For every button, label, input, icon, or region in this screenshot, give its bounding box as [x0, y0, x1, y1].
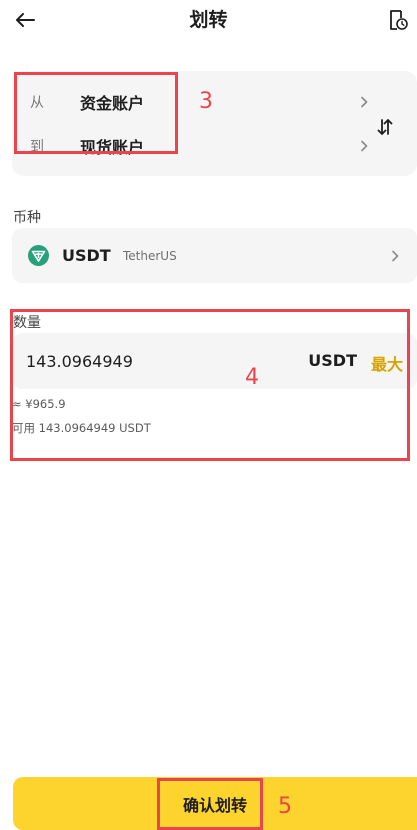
confirm-transfer-button[interactable]: 确认划转 [13, 777, 417, 830]
to-prefix: 到 [30, 139, 44, 155]
annotation-number-3: 3 [199, 89, 213, 114]
swap-arrows-icon [377, 119, 393, 135]
to-account-row[interactable]: 到 现货账户 [12, 123, 382, 169]
chevron-right-icon [361, 140, 368, 152]
coin-label: 币种 [13, 210, 41, 226]
page-title: 划转 [189, 9, 228, 31]
amount-field-card: USDT 最大 [12, 333, 417, 389]
coin-selector[interactable]: USDT TetherUS [12, 228, 417, 283]
record-history-icon [390, 10, 408, 30]
coin-symbol: USDT [62, 246, 111, 265]
swap-accounts-button[interactable] [370, 112, 400, 142]
to-account-name: 现货账户 [80, 138, 145, 157]
from-prefix: 从 [30, 95, 44, 111]
annotation-number-5: 5 [278, 794, 292, 819]
amount-unit: USDT [308, 351, 357, 370]
chevron-right-icon [361, 96, 368, 108]
amount-approx-value: ≈ ¥965.9 [12, 397, 66, 411]
amount-label: 数量 [13, 315, 41, 331]
confirm-transfer-label: 确认划转 [182, 795, 247, 815]
amount-input[interactable] [26, 333, 266, 389]
from-account-row[interactable]: 从 资金账户 [12, 79, 382, 125]
chevron-right-icon [392, 250, 399, 261]
from-account-name: 资金账户 [80, 94, 145, 113]
annotation-number-4: 4 [245, 365, 259, 390]
coin-full-name: TetherUS [123, 249, 177, 263]
history-button[interactable] [385, 7, 411, 33]
max-button[interactable]: 最大 [371, 351, 403, 375]
usdt-coin-icon [28, 245, 49, 266]
available-balance: 可用 143.0964949 USDT [12, 421, 151, 435]
account-selector-card: 从 资金账户 到 现货账户 [12, 71, 417, 176]
